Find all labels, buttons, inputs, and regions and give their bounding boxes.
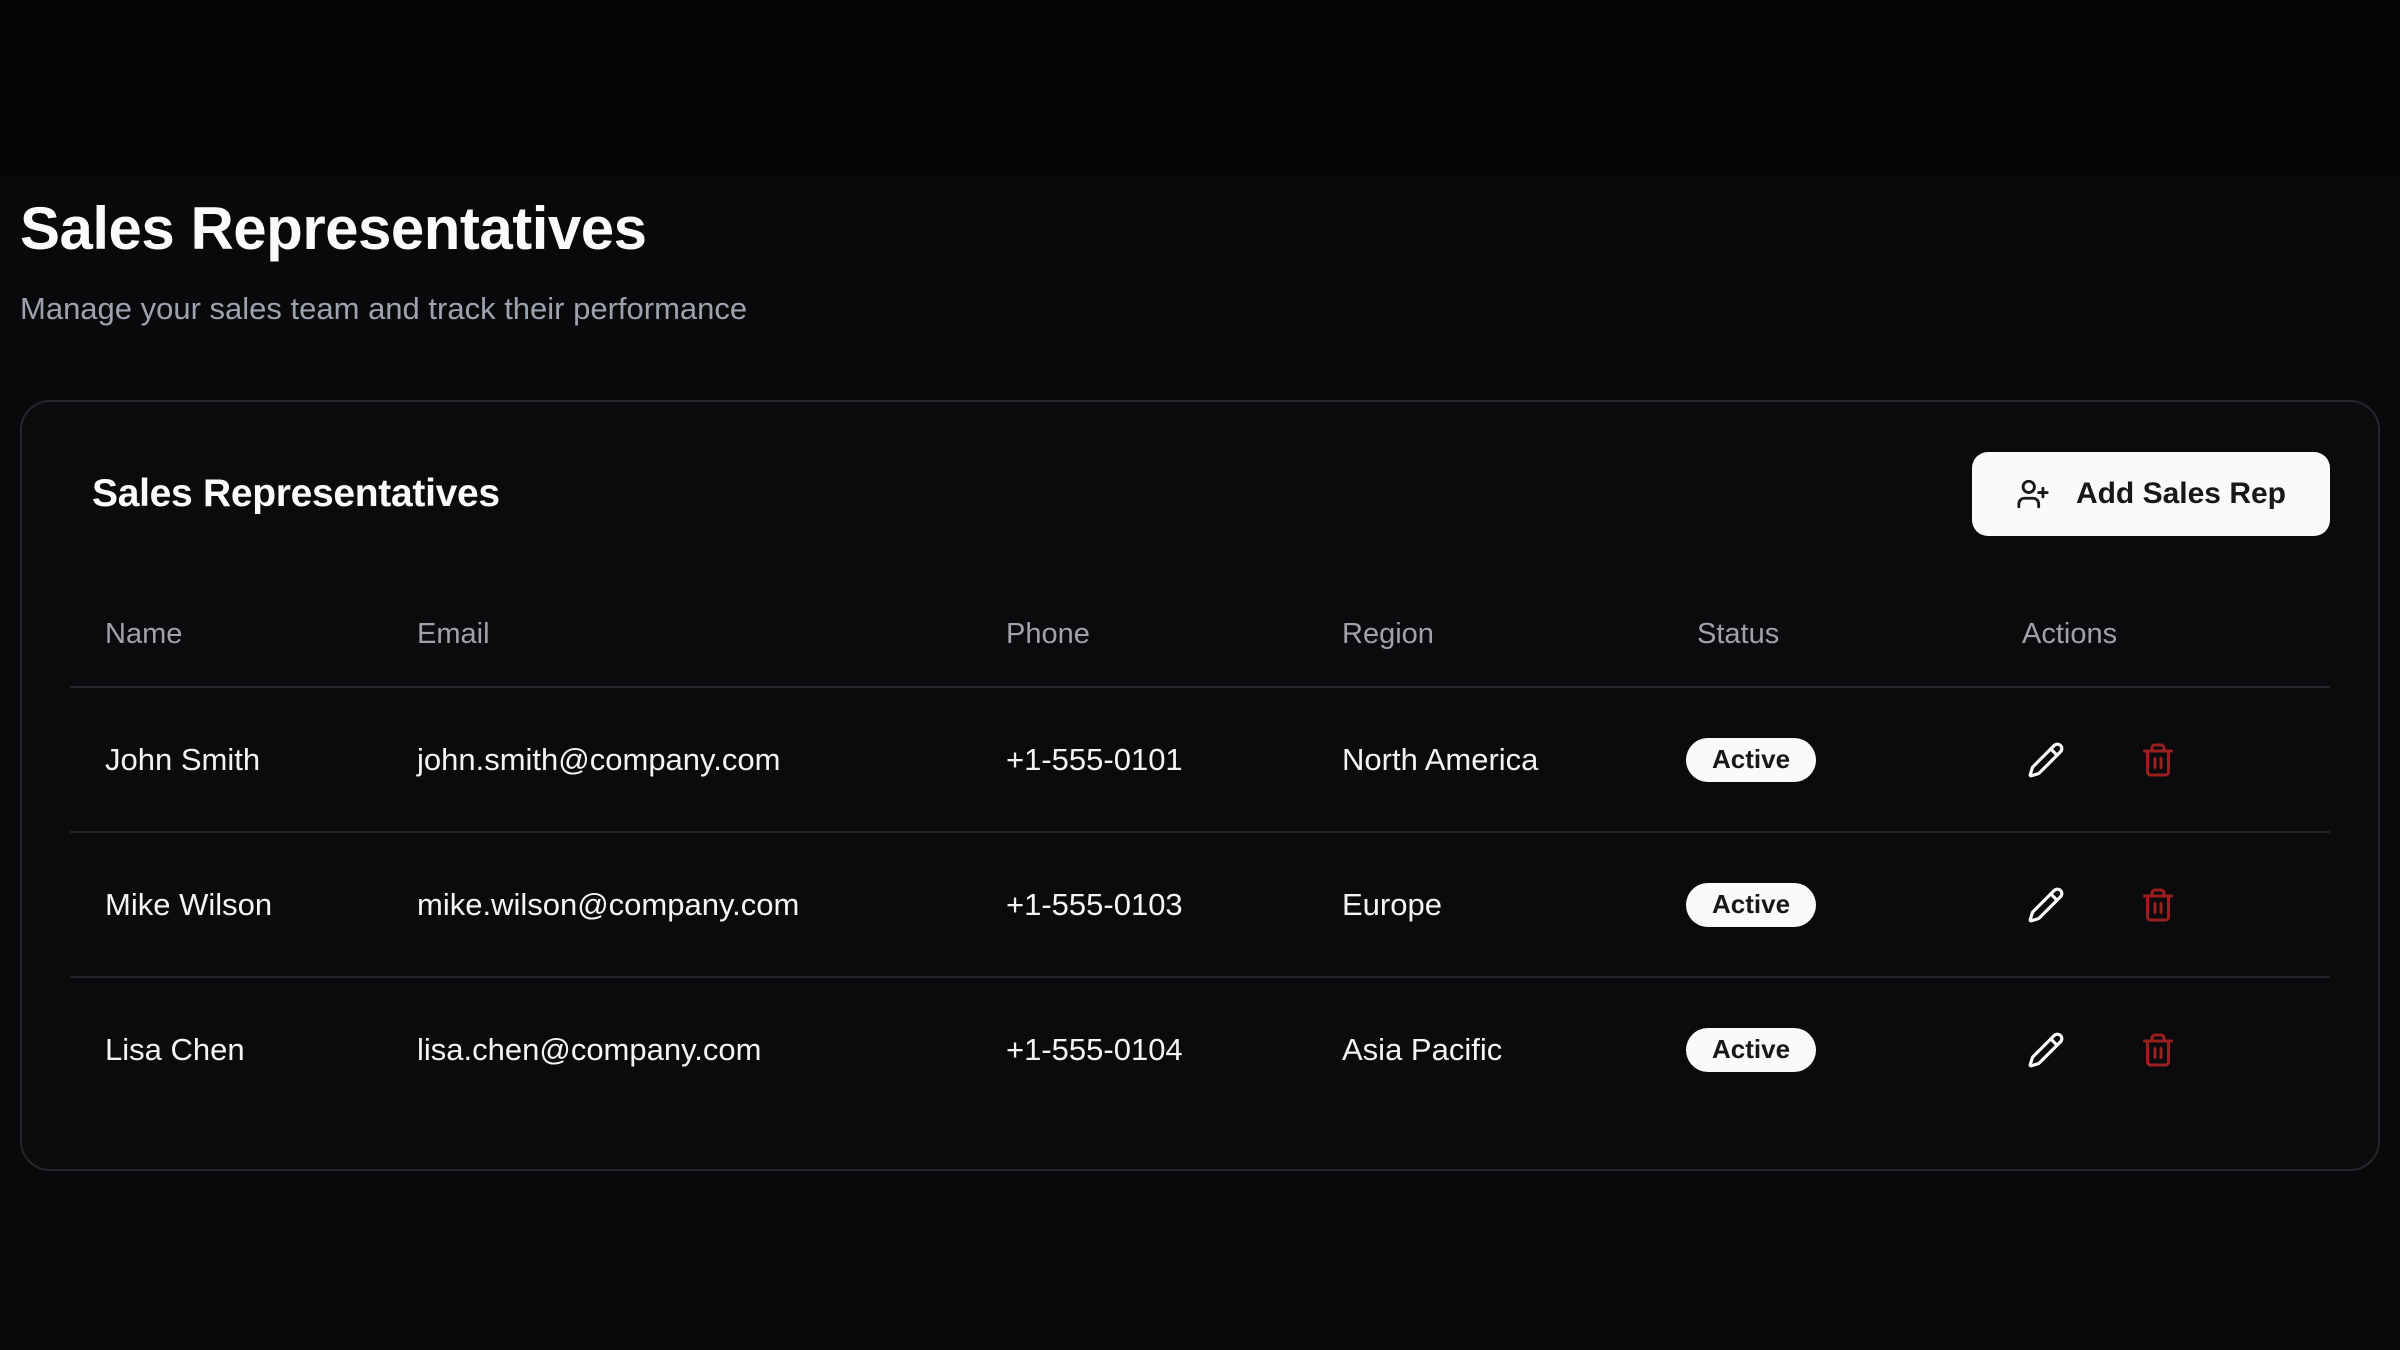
column-header-status: Status — [1662, 618, 1987, 686]
edit-button[interactable] — [2022, 736, 2070, 784]
cell-name: Lisa Chen — [70, 1032, 382, 1068]
cell-email: john.smith@company.com — [382, 742, 971, 778]
table-body: John Smith john.smith@company.com +1-555… — [70, 686, 2330, 1121]
cell-actions — [1987, 736, 2330, 784]
table-row: John Smith john.smith@company.com +1-555… — [70, 686, 2330, 831]
cell-phone: +1-555-0101 — [971, 742, 1307, 778]
table-header-row: Name Email Phone Region Status Actions — [70, 536, 2330, 686]
sales-reps-table: Name Email Phone Region Status Actions J… — [70, 536, 2330, 1121]
cell-region: North America — [1307, 742, 1662, 778]
cell-email: lisa.chen@company.com — [382, 1032, 971, 1068]
pencil-icon — [2027, 741, 2065, 779]
cell-actions — [1987, 1026, 2330, 1074]
cell-status: Active — [1662, 883, 1987, 927]
card-title: Sales Representatives — [92, 472, 500, 516]
status-badge: Active — [1686, 738, 1816, 782]
trash-icon — [2140, 1032, 2176, 1068]
table-row: Mike Wilson mike.wilson@company.com +1-5… — [70, 831, 2330, 976]
edit-button[interactable] — [2022, 1026, 2070, 1074]
column-header-region: Region — [1307, 618, 1662, 686]
sales-reps-card: Sales Representatives Add Sales Rep — [20, 400, 2380, 1171]
cell-actions — [1987, 881, 2330, 929]
card-header: Sales Representatives Add Sales Rep — [70, 452, 2330, 536]
delete-button[interactable] — [2134, 736, 2182, 784]
screen: Sales Representatives Manage your sales … — [0, 0, 2400, 1350]
delete-button[interactable] — [2134, 881, 2182, 929]
top-navbar-band — [0, 0, 2400, 176]
status-badge: Active — [1686, 1028, 1816, 1072]
cell-region: Europe — [1307, 887, 1662, 923]
cell-status: Active — [1662, 738, 1987, 782]
cell-name: John Smith — [70, 742, 382, 778]
cell-status: Active — [1662, 1028, 1987, 1072]
add-sales-rep-button-label: Add Sales Rep — [2076, 477, 2286, 511]
column-header-actions: Actions — [1987, 618, 2330, 686]
cell-phone: +1-555-0103 — [971, 887, 1307, 923]
delete-button[interactable] — [2134, 1026, 2182, 1074]
cell-phone: +1-555-0104 — [971, 1032, 1307, 1068]
user-plus-icon — [2016, 477, 2050, 511]
pencil-icon — [2027, 886, 2065, 924]
column-header-name: Name — [70, 618, 382, 686]
trash-icon — [2140, 742, 2176, 778]
column-header-phone: Phone — [971, 618, 1307, 686]
page-subtitle: Manage your sales team and track their p… — [20, 289, 2380, 329]
column-header-email: Email — [382, 618, 971, 686]
edit-button[interactable] — [2022, 881, 2070, 929]
cell-email: mike.wilson@company.com — [382, 887, 971, 923]
status-badge: Active — [1686, 883, 1816, 927]
cell-name: Mike Wilson — [70, 887, 382, 923]
sales-representatives-page: Sales Representatives Manage your sales … — [0, 194, 2400, 1171]
page-title: Sales Representatives — [20, 194, 2380, 263]
cell-region: Asia Pacific — [1307, 1032, 1662, 1068]
table-row: Lisa Chen lisa.chen@company.com +1-555-0… — [70, 976, 2330, 1121]
trash-icon — [2140, 887, 2176, 923]
add-sales-rep-button[interactable]: Add Sales Rep — [1972, 452, 2330, 536]
pencil-icon — [2027, 1031, 2065, 1069]
